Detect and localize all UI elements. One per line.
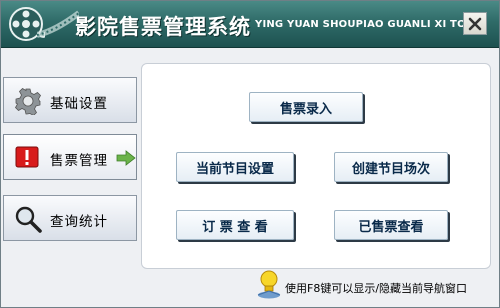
app-title: 影院售票管理系统: [75, 15, 251, 39]
hint-text: 使用F8键可以显示/隐藏当前导航窗口: [285, 282, 468, 295]
view-sold-tickets-button[interactable]: 已售票查看: [334, 210, 448, 240]
lightbulb-icon: [257, 270, 281, 299]
current-program-settings-button[interactable]: 当前节目设置: [176, 152, 294, 182]
arrow-right-icon: [116, 150, 136, 166]
close-button[interactable]: [463, 12, 487, 35]
sidebar-item-label: 基础设置: [50, 96, 108, 112]
magnifier-icon: [15, 206, 42, 233]
view-reservations-button[interactable]: 订 票 查 看: [176, 210, 294, 240]
sidebar-item-label: 售票管理: [50, 153, 108, 169]
gear-icon: [15, 88, 41, 115]
app-subtitle: YING YUAN SHOUPIAO GUANLI XI TONG: [255, 19, 483, 30]
title-bar: 影院售票管理系统 YING YUAN SHOUPIAO GUANLI XI TO…: [1, 1, 499, 48]
ticket-entry-button[interactable]: 售票录入: [249, 92, 363, 122]
film-strip-decoration: [37, 10, 79, 38]
sidebar-item-query-stats[interactable]: 查询统计: [3, 195, 137, 241]
sidebar-item-ticket-management[interactable]: 售票管理: [3, 134, 137, 180]
app-window: 影院售票管理系统 YING YUAN SHOUPIAO GUANLI XI TO…: [0, 0, 500, 308]
sidebar: 基础设置 售票管理 查询统计: [3, 53, 137, 307]
alert-icon: [15, 146, 39, 168]
sidebar-item-label: 查询统计: [50, 214, 108, 230]
close-icon: [468, 17, 482, 30]
main-panel: 售票录入 当前节目设置 创建节目场次 订 票 查 看 已售票查看: [141, 63, 491, 269]
create-show-session-button[interactable]: 创建节目场次: [334, 152, 448, 182]
sidebar-item-basic-settings[interactable]: 基础设置: [3, 77, 137, 123]
